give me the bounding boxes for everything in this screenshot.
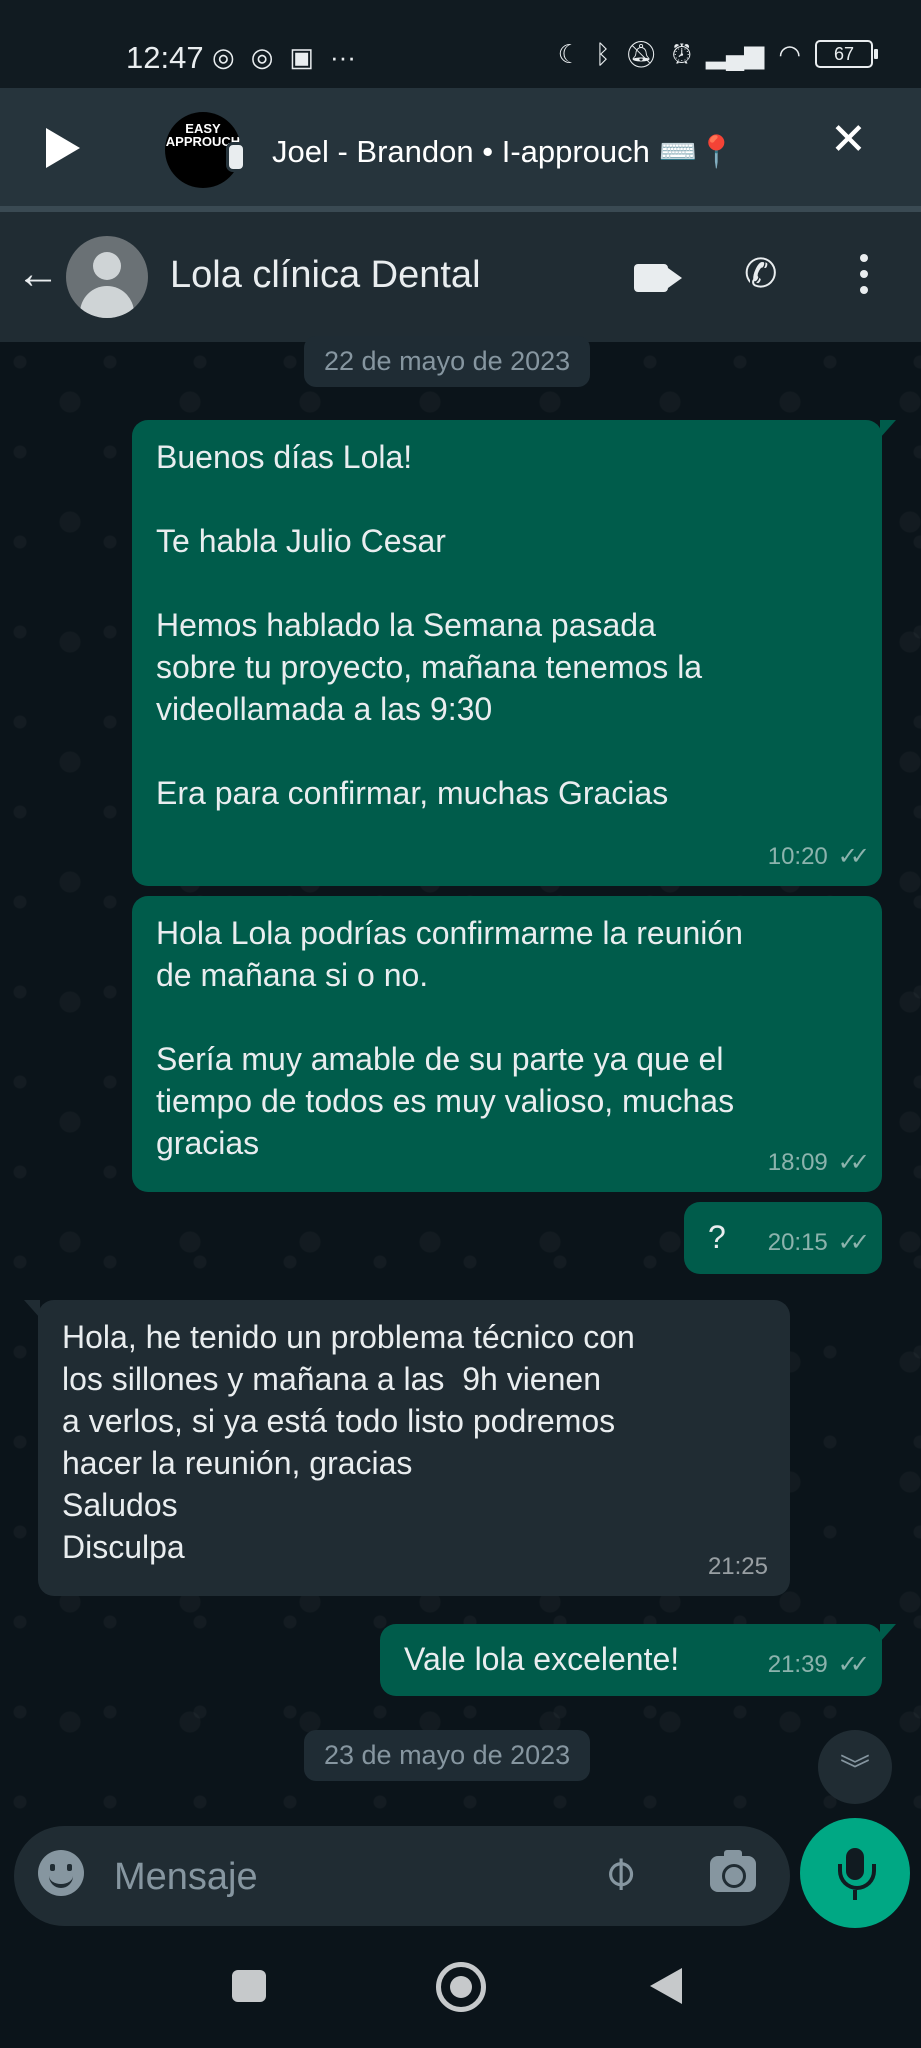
message-meta: 18:09 ✓✓ [767, 1142, 870, 1184]
camera-icon[interactable] [710, 1850, 756, 1892]
message-time: 20:15 [767, 1229, 828, 1256]
message-text: Vale lola excelente! [404, 1641, 680, 1677]
message-meta: 20:15 ✓✓ [767, 1222, 870, 1264]
status-bar: 12:47 ◎ ◎ ▣ ··· ☾ ᛒ 🔕︎ ⏰︎ ▂▄▆ ◠ 67 [0, 0, 921, 88]
mic-button[interactable] [800, 1818, 910, 1928]
message-bubble-outgoing[interactable]: Buenos días Lola! Te habla Julio Cesar H… [132, 420, 882, 886]
message-time: 18:09 [767, 1149, 828, 1176]
contact-name[interactable]: Lola clínica Dental [170, 254, 481, 297]
video-call-icon[interactable] [634, 264, 668, 292]
instagram-icon: ▣ [289, 42, 314, 72]
home-icon[interactable] [436, 1962, 486, 2012]
message-bubble-outgoing[interactable]: ? 20:15 ✓✓ [684, 1202, 882, 1274]
phone-icon[interactable]: ✆ [744, 254, 778, 294]
mic-badge-icon [226, 142, 246, 172]
back-icon[interactable] [650, 1968, 682, 2004]
read-ticks-icon: ✓✓ [837, 1651, 870, 1678]
message-time: 21:25 [707, 1553, 768, 1580]
notification-icons: ◎ ◎ ▣ ··· [212, 44, 356, 70]
more-vert-icon[interactable] [860, 254, 868, 302]
system-icons: ☾ ᛒ 🔕︎ ⏰︎ ▂▄▆ ◠ 67 [557, 39, 878, 69]
signal-icon: ▂▄▆ [705, 39, 765, 69]
message-bubble-outgoing[interactable]: Hola Lola podrías confirmarme la reunión… [132, 896, 882, 1192]
message-time: 10:20 [767, 843, 828, 870]
date-chip: 22 de mayo de 2023 [304, 336, 591, 387]
bubble-tail [880, 420, 896, 438]
mic-icon-arc [838, 1864, 876, 1890]
read-ticks-icon: ✓✓ [837, 1229, 870, 1256]
alarm-icon: ⏰︎ [671, 39, 692, 69]
message-meta: 21:39 ✓✓ [767, 1644, 870, 1686]
avatar-placeholder-body [80, 286, 134, 318]
message-meta: 10:20 ✓✓ [767, 836, 870, 878]
message-bubble-incoming[interactable]: Hola, he tenido un problema técnico con … [38, 1300, 790, 1596]
read-ticks-icon: ✓✓ [837, 1149, 870, 1176]
chevron-down-icon[interactable]: ︾ [818, 1730, 892, 1804]
play-icon[interactable] [46, 128, 80, 168]
voice-playback-title[interactable]: Joel - Brandon • I-approuch ⌨️📍 [272, 133, 736, 170]
wifi-icon: ◠ [778, 39, 801, 69]
alarm-off-icon: 🔕︎ [624, 39, 658, 69]
battery-indicator: 67 [815, 40, 878, 68]
message-input[interactable] [112, 1846, 576, 1908]
bubble-tail [880, 1624, 896, 1642]
emoji-icon[interactable] [38, 1850, 84, 1896]
status-time: 12:47 [126, 40, 204, 75]
bluetooth-icon: ᛒ [594, 39, 611, 69]
mic-icon-stem [853, 1890, 857, 1900]
message-text: Hola, he tenido un problema técnico con … [62, 1319, 635, 1565]
messenger-icon: ◎ [250, 42, 274, 72]
date-chip: 23 de mayo de 2023 [304, 1730, 591, 1781]
recents-icon[interactable] [232, 1970, 266, 2002]
message-time: 21:39 [767, 1651, 828, 1678]
avatar-placeholder-head [93, 252, 121, 280]
contact-avatar[interactable] [66, 236, 148, 318]
message-text: Hola Lola podrías confirmarme la reunión… [156, 915, 743, 1161]
read-ticks-icon: ✓✓ [837, 843, 870, 870]
message-text: Buenos días Lola! Te habla Julio Cesar H… [156, 439, 703, 811]
messenger-icon: ◎ [212, 42, 235, 72]
back-arrow-icon[interactable]: ← [16, 252, 60, 296]
bubble-tail [24, 1300, 40, 1318]
more-notifications-icon: ··· [329, 42, 356, 72]
message-meta: 21:25 [708, 1546, 768, 1588]
message-text: ? [708, 1219, 726, 1255]
close-icon[interactable]: ✕ [830, 118, 867, 162]
moon-icon: ☾ [557, 39, 581, 69]
message-bubble-outgoing[interactable]: Vale lola excelente! 21:39 ✓✓ [380, 1624, 882, 1696]
